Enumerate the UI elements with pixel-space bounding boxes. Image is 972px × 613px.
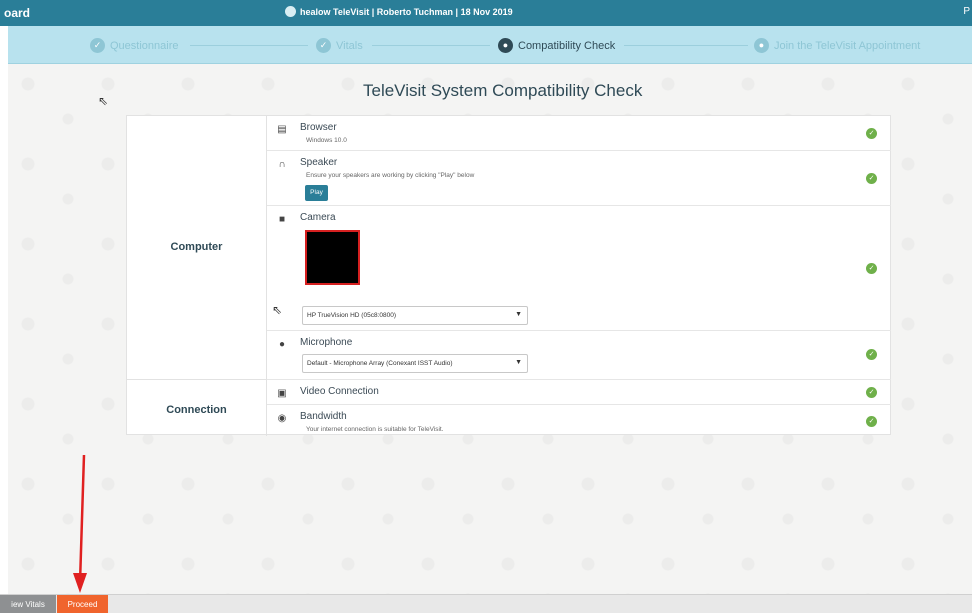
camera-preview	[305, 230, 360, 285]
bandwidth-sub: Your internet connection is suitable for…	[306, 426, 444, 433]
header-center: healow TeleVisit | Roberto Tuchman | 18 …	[285, 6, 513, 17]
step-vitals[interactable]: ✓ Vitals	[316, 38, 363, 53]
category-divider	[127, 379, 266, 380]
healow-logo-icon	[285, 6, 296, 17]
microphone-label: Microphone	[300, 337, 353, 348]
row-speaker: ∩ Speaker Ensure your speakers are worki…	[267, 151, 891, 206]
step-join-appointment[interactable]: ● Join the TeleVisit Appointment	[754, 38, 920, 53]
video-camera-icon: ■	[278, 214, 286, 225]
microphone-select[interactable]: Default - Microphone Array (Conexant ISS…	[302, 354, 528, 373]
step-label: Vitals	[336, 39, 363, 52]
step-label: Questionnaire	[110, 39, 179, 52]
red-arrow-annotation	[73, 455, 87, 593]
page-title: TeleVisit System Compatibility Check	[363, 81, 643, 100]
speaker-sub: Ensure your speakers are working by clic…	[306, 172, 475, 179]
step-connector	[372, 45, 490, 46]
video-connection-icon: ▣	[277, 388, 287, 399]
progress-steps: ✓ Questionnaire ✓ Vitals ● Compatibility…	[8, 26, 972, 64]
step-questionnaire[interactable]: ✓ Questionnaire	[90, 38, 179, 53]
status-ok-icon: ✓	[866, 416, 877, 427]
speaker-label: Speaker	[300, 157, 338, 168]
play-button[interactable]: Play	[305, 185, 328, 201]
check-icon: ✓	[316, 38, 331, 53]
category-connection: Connection	[166, 404, 227, 416]
mouse-cursor-icon: ⇖	[98, 94, 109, 108]
row-bandwidth: ◉ Bandwidth Your internet connection is …	[267, 405, 891, 436]
bandwidth-label: Bandwidth	[300, 411, 347, 422]
compatibility-card: Computer Connection ▤ Browser Windows 10…	[126, 115, 891, 436]
car-icon: ●	[498, 38, 513, 53]
category-computer: Computer	[170, 241, 223, 253]
browser-icon: ▤	[277, 124, 287, 135]
step-connector	[190, 45, 308, 46]
top-bar: oard healow TeleVisit | Roberto Tuchman …	[0, 0, 972, 26]
step-compatibility-check[interactable]: ● Compatibility Check	[498, 38, 615, 53]
step-label: Join the TeleVisit Appointment	[774, 39, 921, 52]
chevron-down-icon: ▼	[515, 359, 522, 366]
browser-label: Browser	[300, 122, 337, 133]
browser-sub: Windows 10.0	[306, 137, 347, 144]
header-right-text: P	[963, 6, 970, 17]
row-camera: ■ Camera ⇖ HP TrueVision HD (05c8:0800) …	[267, 206, 891, 331]
headphones-icon: ∩	[278, 159, 286, 170]
status-ok-icon: ✓	[866, 349, 877, 360]
wifi-icon: ◉	[277, 413, 287, 424]
video-connection-label: Video Connection	[300, 386, 379, 397]
step-connector	[624, 45, 748, 46]
header-info: healow TeleVisit | Roberto Tuchman | 18 …	[300, 6, 513, 17]
camera-select-value: HP TrueVision HD (05c8:0800)	[307, 312, 397, 319]
status-ok-icon: ✓	[866, 263, 877, 274]
view-vitals-button[interactable]: iew Vitals	[0, 595, 56, 613]
proceed-button[interactable]: Proceed	[57, 595, 108, 613]
brand-text: oard	[4, 6, 31, 20]
check-icon: ✓	[90, 38, 105, 53]
microphone-icon: ●	[278, 339, 286, 350]
bottom-bar: iew Vitals Proceed	[0, 594, 972, 613]
status-ok-icon: ✓	[866, 128, 877, 139]
microphone-select-value: Default - Microphone Array (Conexant ISS…	[307, 360, 453, 367]
status-ok-icon: ✓	[866, 173, 877, 184]
main-content: ⇖ TeleVisit System Compatibility Check C…	[8, 64, 972, 594]
row-browser: ▤ Browser Windows 10.0 ✓	[267, 116, 891, 151]
camera-label: Camera	[300, 212, 336, 223]
mouse-cursor-icon: ⇖	[272, 303, 283, 317]
row-video-connection: ▣ Video Connection ✓	[267, 380, 891, 405]
chevron-down-icon: ▼	[515, 311, 522, 318]
chat-icon: ●	[754, 38, 769, 53]
status-ok-icon: ✓	[866, 387, 877, 398]
row-microphone: ● Microphone Default - Microphone Array …	[267, 331, 891, 380]
step-label: Compatibility Check	[518, 39, 616, 52]
camera-select[interactable]: HP TrueVision HD (05c8:0800) ▼	[302, 306, 528, 325]
